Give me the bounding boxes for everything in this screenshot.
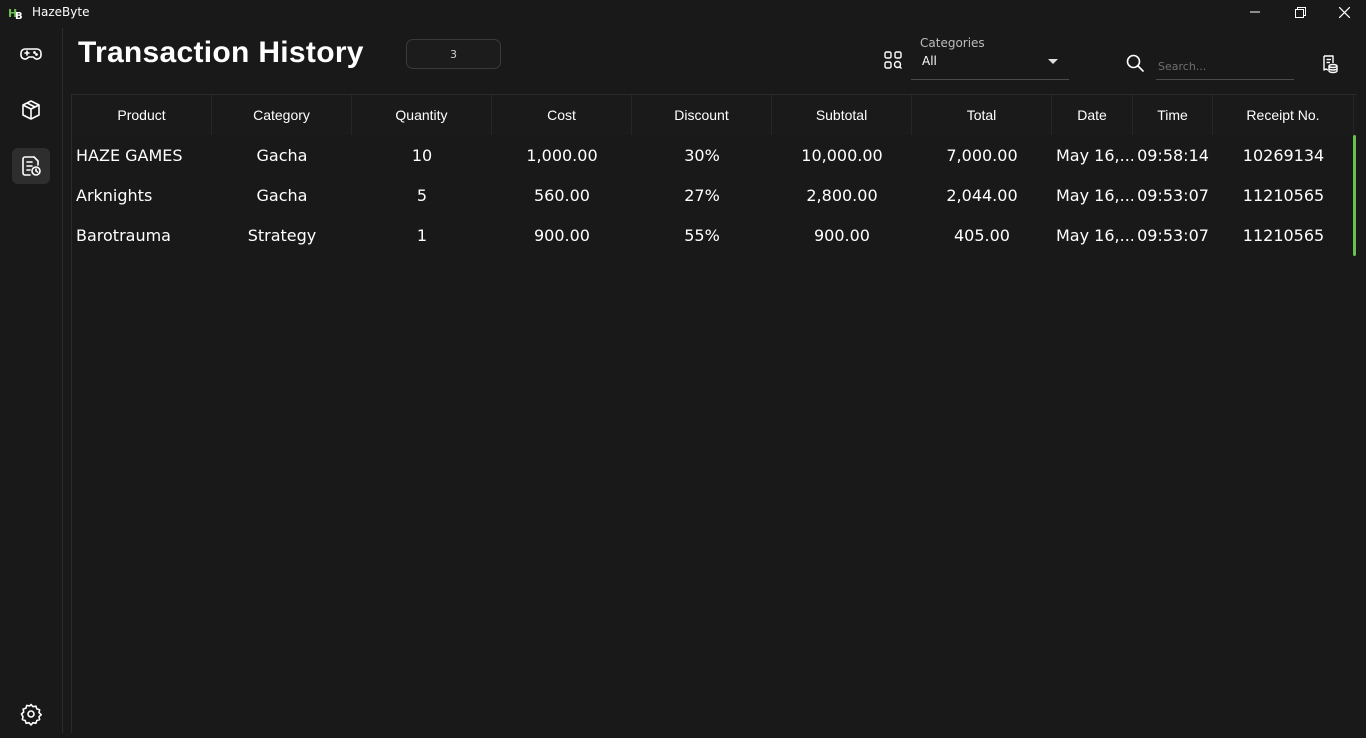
table-row[interactable]: HAZE GAMES Gacha 10 1,000.00 30% 10,000.… [72,135,1354,175]
cell-receipt-no: 10269134 [1242,145,1325,165]
sidebar-item-transaction-history[interactable] [12,148,50,184]
sidebar-item-games[interactable] [12,36,50,72]
cell-category: Gacha [256,145,308,165]
cell-total: 2,044.00 [946,185,1018,205]
table-header: Product Category Quantity Cost Discount … [72,95,1358,135]
column-header-product[interactable]: Product [72,95,212,135]
categories-label: Categories [920,36,985,50]
cell-discount: 30% [684,145,720,165]
cell-total: 7,000.00 [946,145,1018,165]
cell-time: 09:58:14 [1137,145,1209,165]
cell-date: May 16,... [1056,145,1133,165]
cell-quantity: 1 [416,225,428,245]
cell-date: May 16,... [1056,225,1133,245]
column-header-discount[interactable]: Discount [632,95,772,135]
restore-icon [1294,6,1306,18]
minimize-icon [1250,11,1260,13]
category-filter-icon [884,51,902,69]
cell-subtotal: 2,800.00 [806,185,878,205]
cell-cost: 900.00 [534,225,590,245]
cell-product: Barotrauma [76,225,171,245]
cell-quantity: 10 [411,145,433,165]
categories-dropdown[interactable]: Categories All [911,36,1069,80]
cell-subtotal: 900.00 [814,225,870,245]
receipt-history-icon [22,156,41,176]
app-logo-icon: H B [8,4,24,20]
table-row[interactable]: Arknights Gacha 5 560.00 27% 2,800.00 2,… [72,175,1354,215]
restore-button[interactable] [1277,0,1323,24]
svg-text:B: B [15,11,23,20]
column-header-time[interactable]: Time [1133,95,1213,135]
cell-receipt-no: 11210565 [1242,185,1325,205]
receipt-button[interactable] [1319,54,1339,74]
window-title: HazeByte [32,5,90,19]
cell-time: 09:53:07 [1137,185,1209,205]
column-header-subtotal[interactable]: Subtotal [772,95,912,135]
gear-icon [20,703,42,726]
chevron-down-icon [1048,59,1058,64]
transactions-table: Product Category Quantity Cost Discount … [71,94,1358,733]
cell-total: 405.00 [954,225,1010,245]
search-input[interactable] [1156,54,1294,80]
table-scrollbar[interactable] [1353,135,1356,256]
minimize-button[interactable] [1232,0,1278,24]
cell-category: Gacha [256,185,308,205]
cell-discount: 27% [684,185,720,205]
transaction-count-badge: 3 [406,39,501,69]
sidebar-item-store[interactable] [12,92,50,128]
table-row[interactable]: Barotrauma Strategy 1 900.00 55% 900.00 … [72,215,1354,255]
box-icon [22,100,40,120]
cell-cost: 560.00 [534,185,590,205]
column-header-date[interactable]: Date [1052,95,1133,135]
cell-product: Arknights [76,185,153,205]
sidebar [0,28,63,733]
column-header-category[interactable]: Category [212,95,352,135]
column-header-quantity[interactable]: Quantity [352,95,492,135]
page-title: Transaction History [78,36,364,69]
column-header-receipt-no[interactable]: Receipt No. [1213,95,1354,135]
search-icon [1126,54,1144,72]
cell-discount: 55% [684,225,720,245]
gamepad-icon [20,48,42,60]
title-bar: H B HazeByte [0,0,1366,24]
close-icon [1338,6,1350,18]
receipt-icon [1323,55,1338,74]
cell-receipt-no: 11210565 [1242,225,1325,245]
cell-time: 09:53:07 [1137,225,1209,245]
cell-subtotal: 10,000.00 [801,145,883,165]
cell-date: May 16,... [1056,185,1133,205]
cell-quantity: 5 [416,185,428,205]
close-button[interactable] [1321,0,1366,24]
sidebar-item-settings[interactable] [12,696,50,732]
cell-category: Strategy [247,225,317,245]
cell-product: HAZE GAMES [76,145,183,165]
categories-selected-value: All [922,54,937,68]
cell-cost: 1,000.00 [526,145,598,165]
column-header-cost[interactable]: Cost [492,95,632,135]
column-header-total[interactable]: Total [912,95,1052,135]
